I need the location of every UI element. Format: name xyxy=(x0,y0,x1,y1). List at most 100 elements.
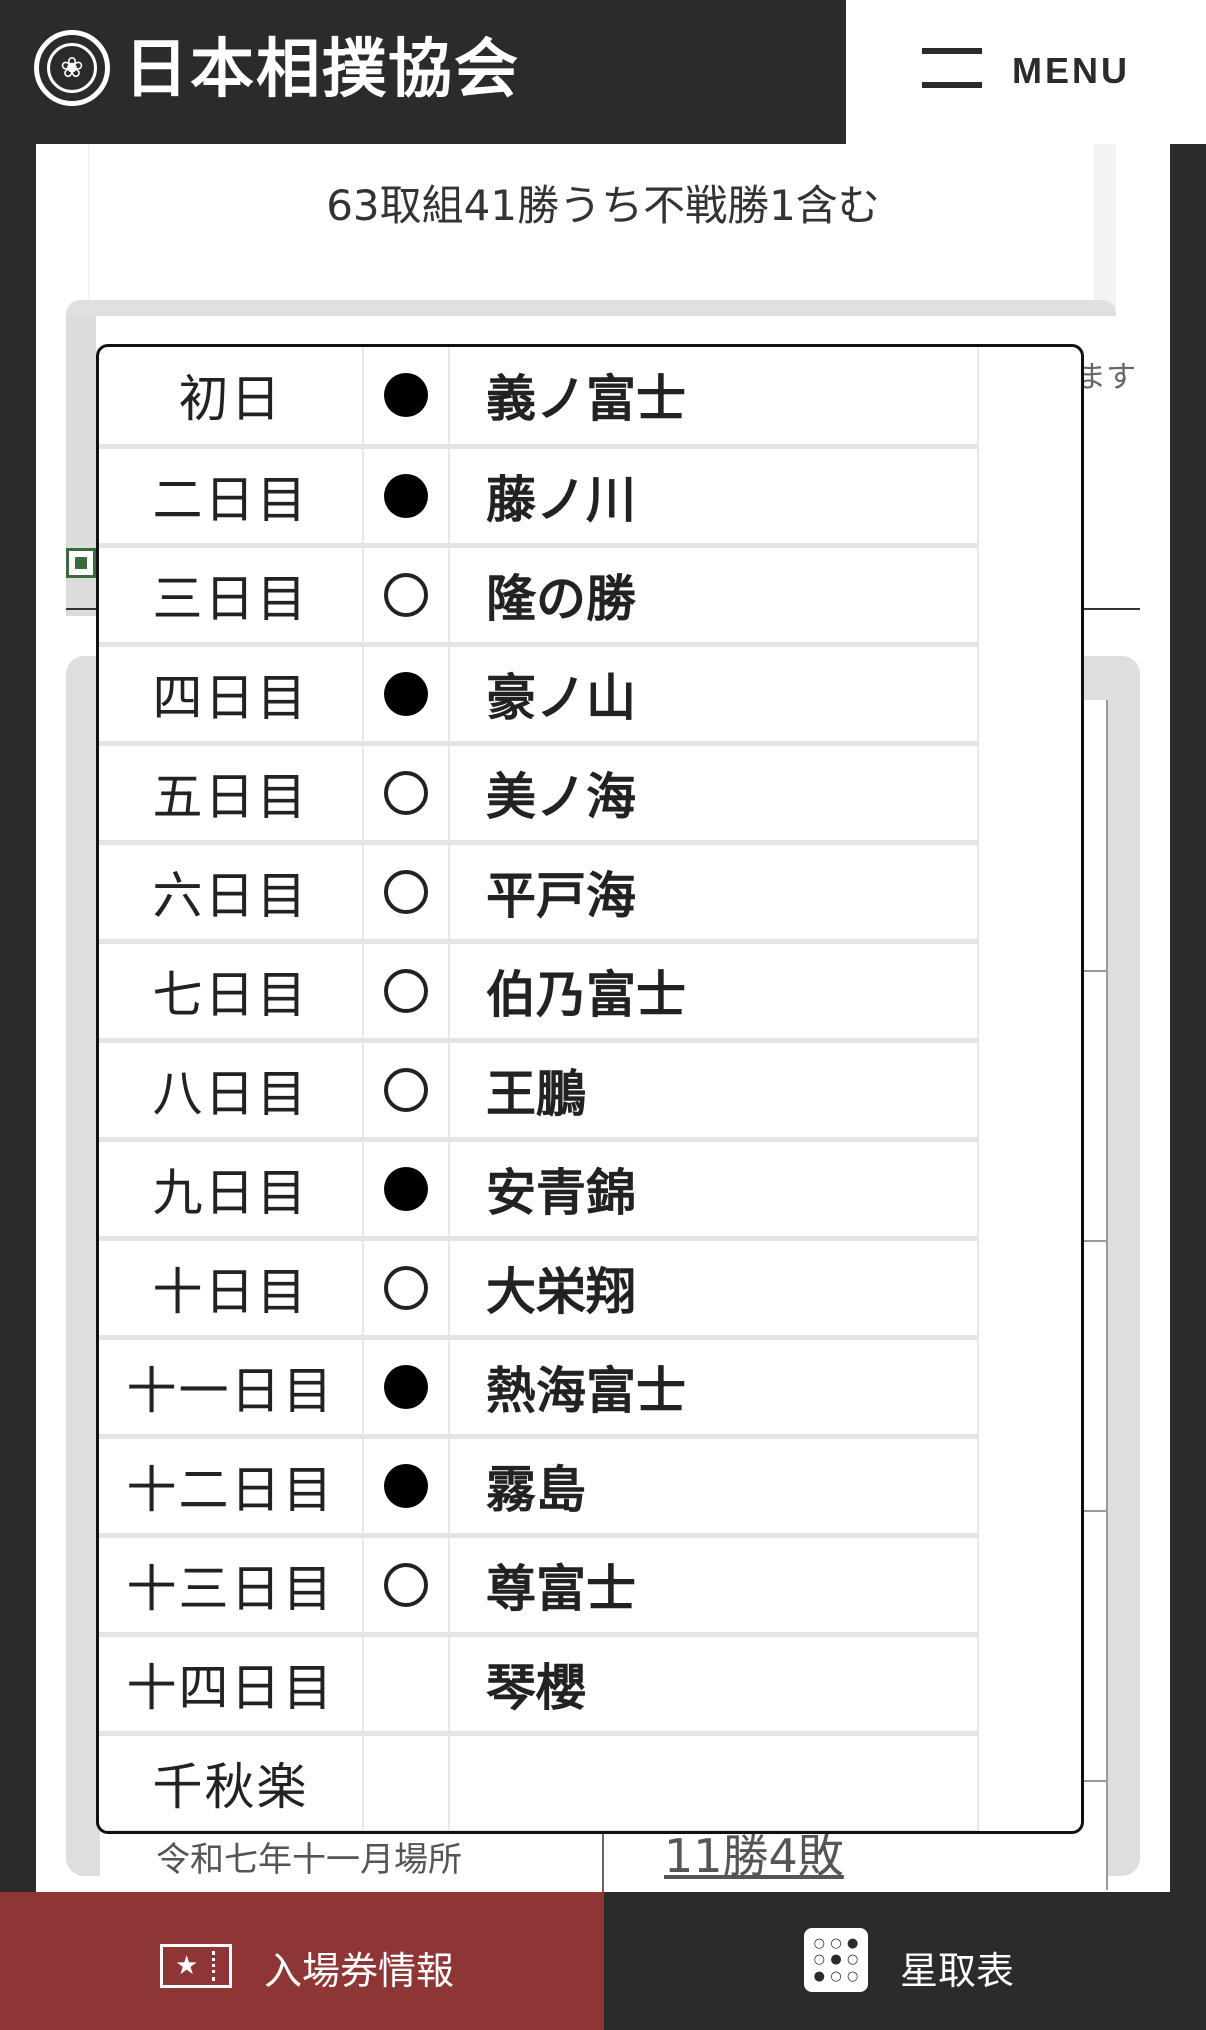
bout-row: 十二日目 霧島 xyxy=(99,1436,979,1538)
bout-result xyxy=(363,1337,450,1439)
bout-opponent[interactable]: 熱海富士 xyxy=(449,1337,979,1439)
hoshitori-grid-icon: ○ ○ ● ○ ● ○ ● ○ ○ xyxy=(804,1928,868,1992)
bout-row: 十日目 大栄翔 xyxy=(99,1238,979,1340)
bout-row: 四日目 豪ノ山 xyxy=(99,644,979,746)
bout-result xyxy=(363,842,450,944)
bout-opponent[interactable]: 大栄翔 xyxy=(449,1238,979,1340)
record-summary-card: 63取組41勝うち不戦勝1含む xyxy=(88,144,1116,312)
bout-day: 十一日目 xyxy=(99,1337,364,1439)
bout-opponent[interactable]: 伯乃富士 xyxy=(449,941,979,1043)
loss-mark-icon xyxy=(384,671,428,716)
hoshitori-grid-cell: ○ xyxy=(813,1935,825,1951)
ticket-icon: ★ xyxy=(160,1944,232,1988)
bout-day: 二日目 xyxy=(99,446,364,548)
bout-row: 十一日目 熱海富士 xyxy=(99,1337,979,1439)
win-mark-icon xyxy=(384,1562,428,1607)
bout-result xyxy=(363,545,450,647)
bout-result xyxy=(363,1040,450,1142)
win-mark-icon xyxy=(384,968,428,1013)
bout-result xyxy=(363,347,450,449)
bout-opponent[interactable] xyxy=(449,1733,979,1831)
bout-row: 六日目 平戸海 xyxy=(99,842,979,944)
bout-row: 三日目 隆の勝 xyxy=(99,545,979,647)
hoshitori-label[interactable]: 星取表 xyxy=(900,1940,1014,1995)
logo-emblem-glyph: ❀ xyxy=(47,43,97,93)
bout-result xyxy=(363,1733,450,1831)
bout-row: 七日目 伯乃富士 xyxy=(99,941,979,1043)
win-mark-icon xyxy=(384,1067,428,1112)
loss-mark-icon xyxy=(384,473,428,518)
hoshitori-grid-cell: ○ xyxy=(830,1969,842,1985)
site-header: ❀ 日本相撲協会 xyxy=(0,0,846,144)
bout-day: 十日目 xyxy=(99,1238,364,1340)
bout-day: 三日目 xyxy=(99,545,364,647)
bout-opponent[interactable]: 美ノ海 xyxy=(449,743,979,845)
loss-mark-icon xyxy=(384,1463,428,1508)
bout-day: 十四日目 xyxy=(99,1634,364,1736)
bout-day: 千秋楽 xyxy=(99,1733,364,1831)
ticket-info-label[interactable]: 入場券情報 xyxy=(264,1940,454,1995)
hamburger-menu-icon[interactable] xyxy=(922,48,982,88)
bout-opponent[interactable]: 霧島 xyxy=(449,1436,979,1538)
loss-mark-icon xyxy=(384,373,428,418)
win-mark-icon xyxy=(384,1265,428,1310)
bout-results-table: 初日 義ノ富士 二日目 藤ノ川 三日目 隆の勝 四日目 豪ノ山 五日目 美ノ海 六日目 平戸海 七日目伯… xyxy=(99,347,979,1831)
hoshitori-grid-cell: ● xyxy=(846,1935,859,1951)
loss-mark-icon xyxy=(384,1166,428,1211)
bout-row: 十三日目 尊富士 xyxy=(99,1535,979,1637)
bout-result xyxy=(363,1139,450,1241)
bout-row: 九日目 安青錦 xyxy=(99,1139,979,1241)
bout-opponent[interactable]: 安青錦 xyxy=(449,1139,979,1241)
bout-opponent[interactable]: 琴櫻 xyxy=(449,1634,979,1736)
win-mark-icon xyxy=(384,770,428,815)
bout-result xyxy=(363,1634,450,1736)
hoshitori-grid-cell: ○ xyxy=(830,1935,842,1951)
checkbox-icon[interactable] xyxy=(66,548,96,578)
bout-day: 五日目 xyxy=(99,743,364,845)
bout-row: 二日目 藤ノ川 xyxy=(99,446,979,548)
bout-day: 六日目 xyxy=(99,842,364,944)
bout-result xyxy=(363,1436,450,1538)
bout-day: 十二日目 xyxy=(99,1436,364,1538)
bout-day: 八日目 xyxy=(99,1040,364,1142)
bout-row: 千秋楽 xyxy=(99,1733,979,1831)
bout-result xyxy=(363,1238,450,1340)
loss-mark-icon xyxy=(384,1364,428,1409)
hoshitori-grid-cell: ○ xyxy=(846,1952,859,1968)
bout-results-popup[interactable]: 初日 義ノ富士 二日目 藤ノ川 三日目 隆の勝 四日目 豪ノ山 五日目 美ノ海 六日目 平戸海 七日目伯… xyxy=(96,344,1084,1834)
bout-result xyxy=(363,941,450,1043)
hoshitori-grid-cell: ● xyxy=(813,1969,825,1985)
bout-result xyxy=(363,446,450,548)
bout-result xyxy=(363,644,450,746)
bout-opponent[interactable]: 尊富士 xyxy=(449,1535,979,1637)
side-note-text: ます xyxy=(1076,360,1136,395)
bout-day: 七日目 xyxy=(99,941,364,1043)
menu-button[interactable]: MENU xyxy=(1012,50,1130,92)
bout-day: 四日目 xyxy=(99,644,364,746)
bout-day: 初日 xyxy=(99,347,364,449)
bout-opponent[interactable]: 隆の勝 xyxy=(449,545,979,647)
bout-row: 初日 義ノ富士 xyxy=(99,347,979,449)
bout-result xyxy=(363,743,450,845)
logo-emblem-icon[interactable]: ❀ xyxy=(34,30,110,106)
win-mark-icon xyxy=(384,869,428,914)
season-label: 令和七年十一月場所 xyxy=(156,1840,462,1880)
bout-opponent[interactable]: 藤ノ川 xyxy=(449,446,979,548)
hoshitori-grid-cell: ○ xyxy=(846,1969,859,1985)
bout-row: 十四日目 琴櫻 xyxy=(99,1634,979,1736)
bout-opponent[interactable]: 平戸海 xyxy=(449,842,979,944)
bout-row: 八日目 王鵬 xyxy=(99,1040,979,1142)
bout-row: 五日目 美ノ海 xyxy=(99,743,979,845)
bout-opponent[interactable]: 王鵬 xyxy=(449,1040,979,1142)
bout-opponent[interactable]: 豪ノ山 xyxy=(449,644,979,746)
bout-day: 九日目 xyxy=(99,1139,364,1241)
record-summary-text: 63取組41勝うち不戦勝1含む xyxy=(326,181,880,230)
hoshitori-grid-cell: ● xyxy=(830,1952,842,1968)
bout-day: 十三日目 xyxy=(99,1535,364,1637)
bout-result xyxy=(363,1535,450,1637)
logo-text[interactable]: 日本相撲協会 xyxy=(124,28,520,112)
divider xyxy=(602,1824,604,1894)
win-mark-icon xyxy=(384,572,428,617)
bout-opponent[interactable]: 義ノ富士 xyxy=(449,347,979,449)
hoshitori-grid-cell: ○ xyxy=(813,1952,825,1968)
